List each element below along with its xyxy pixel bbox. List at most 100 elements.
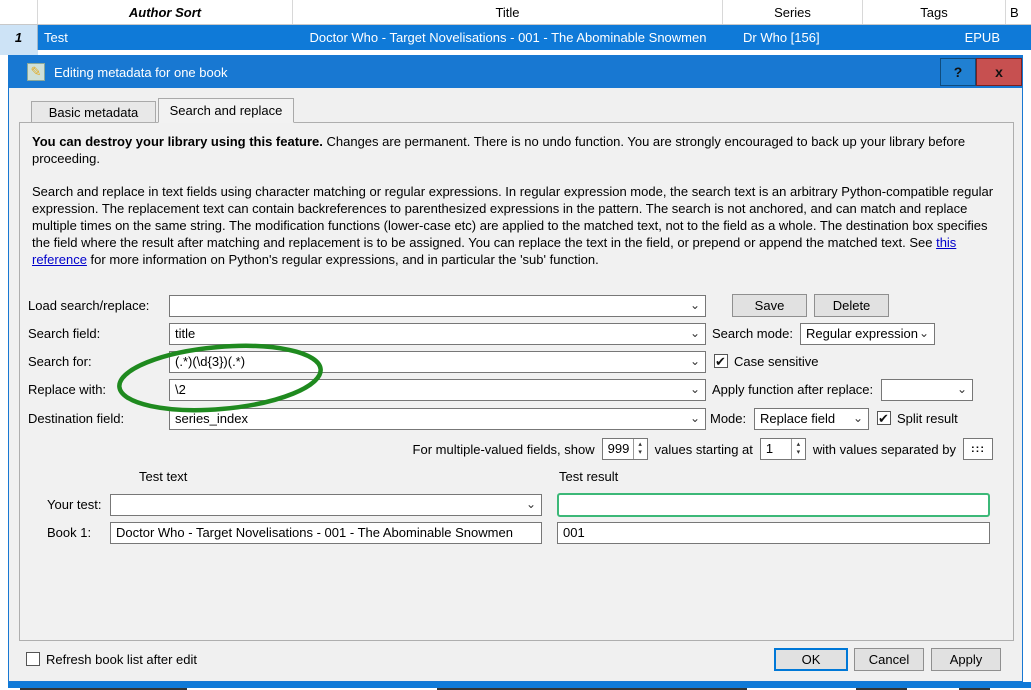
column-header-author-sort[interactable]: Author Sort (38, 0, 293, 24)
chevron-down-icon[interactable]: ⌄ (690, 296, 700, 314)
table-row[interactable]: 1 Test Doctor Who - Target Novelisations… (0, 25, 1031, 50)
destination-field-combo[interactable]: series_index ⌄ (169, 408, 706, 430)
dialog-titlebar[interactable]: ✎ Editing metadata for one book ? x (9, 56, 1022, 88)
values-separator-field[interactable]: ::: (963, 438, 993, 460)
replace-with-value: \2 (175, 382, 186, 397)
case-sensitive-checkbox[interactable]: ✔ Case sensitive (714, 351, 819, 373)
your-test-combo[interactable]: ⌄ (110, 494, 542, 516)
checkbox-box[interactable] (26, 652, 40, 666)
intro-text: You can destroy your library using this … (20, 123, 1013, 268)
book1-test-result[interactable]: 001 (557, 522, 990, 544)
chevron-down-icon[interactable]: ⌄ (690, 380, 700, 398)
column-header-tags[interactable]: Tags (863, 0, 1006, 24)
checkbox-box[interactable]: ✔ (877, 411, 891, 426)
save-button[interactable]: Save (732, 294, 807, 317)
column-header-series[interactable]: Series (723, 0, 863, 24)
book1-label: Book 1: (47, 525, 92, 540)
spin-down-icon[interactable]: ▾ (638, 449, 642, 457)
cell-format[interactable]: EPUB (863, 25, 1006, 50)
destination-field-label: Destination field: (28, 411, 125, 426)
column-header-partial[interactable]: B (1006, 0, 1031, 24)
cell-title[interactable]: Doctor Who - Target Novelisations - 001 … (293, 25, 723, 50)
spin-up-icon[interactable]: ▴ (638, 441, 642, 449)
dialog-title: Editing metadata for one book (54, 64, 228, 80)
cell-author-sort[interactable]: Test (38, 25, 293, 50)
your-test-result-field[interactable] (557, 493, 990, 517)
chevron-down-icon[interactable]: ⌄ (526, 495, 536, 513)
check-icon: ✔ (878, 411, 889, 426)
replace-with-combo[interactable]: \2 ⌄ (169, 379, 706, 401)
apply-button[interactable]: Apply (931, 648, 1001, 671)
search-field-label: Search field: (28, 326, 101, 341)
start-at-spinner[interactable]: 1 ▴ ▾ (759, 438, 806, 460)
search-mode-combo[interactable]: Regular expression ⌄ (800, 323, 935, 345)
split-result-checkbox[interactable]: ✔ Split result (877, 408, 958, 430)
multi-text-3: with values separated by (812, 441, 956, 457)
tab-search-and-replace[interactable]: Search and replace (158, 98, 294, 123)
book1-test-text[interactable]: Doctor Who - Target Novelisations - 001 … (110, 522, 542, 544)
column-header-title[interactable]: Title (293, 0, 723, 24)
show-values-value: 999 (607, 441, 630, 456)
chevron-down-icon[interactable]: ⌄ (690, 352, 700, 370)
mode-combo[interactable]: Replace field ⌄ (754, 408, 869, 430)
chevron-down-icon[interactable]: ⌄ (690, 409, 700, 427)
load-search-replace-combo[interactable]: ⌄ (169, 295, 706, 317)
cancel-button[interactable]: Cancel (854, 648, 924, 671)
your-test-label: Your test: (47, 497, 102, 512)
tab-basic-metadata[interactable]: Basic metadata (31, 101, 156, 123)
apply-function-combo[interactable]: ⌄ (881, 379, 973, 401)
refresh-book-list-label: Refresh book list after edit (46, 652, 198, 667)
help-button[interactable]: ? (940, 58, 976, 86)
spin-up-icon[interactable]: ▴ (797, 441, 801, 449)
multiple-valued-row: For multiple-valued fields, show 999 ▴ ▾ v… (413, 437, 993, 461)
description-part2: for more information on Python's regular… (86, 252, 599, 267)
split-result-label: Split result (897, 411, 958, 426)
test-text-header: Test text (139, 469, 188, 484)
search-field-combo[interactable]: title ⌄ (169, 323, 706, 345)
column-header-rownum[interactable] (0, 0, 38, 24)
close-button[interactable]: x (976, 58, 1022, 86)
load-search-replace-label: Load search/replace: (28, 298, 150, 313)
spinner-arrows[interactable]: ▴ ▾ (632, 439, 647, 459)
show-values-spinner[interactable]: 999 ▴ ▾ (601, 438, 648, 460)
description-paragraph: Search and replace in text fields using … (32, 183, 999, 268)
chevron-down-icon[interactable]: ⌄ (957, 380, 967, 398)
cell-empty (1006, 25, 1031, 50)
ok-button[interactable]: OK (774, 648, 848, 671)
check-icon: ✔ (715, 354, 726, 369)
search-for-combo[interactable]: (.*)(\d{3})(.*) ⌄ (169, 351, 706, 373)
search-mode-value: Regular expression (806, 326, 919, 341)
search-for-value: (.*)(\d{3})(.*) (175, 354, 246, 369)
start-at-value: 1 (765, 441, 774, 456)
apply-function-label: Apply function after replace: (712, 382, 874, 397)
checkbox-box[interactable]: ✔ (714, 354, 728, 369)
multi-text-2: values starting at (654, 441, 753, 457)
multi-text-1: For multiple-valued fields, show (412, 441, 595, 457)
row-number: 1 (0, 25, 38, 50)
case-sensitive-label: Case sensitive (734, 354, 819, 369)
description-part1: Search and replace in text fields using … (32, 184, 994, 250)
test-result-header: Test result (559, 469, 619, 484)
book-table-header: Author Sort Title Series Tags B (0, 0, 1031, 25)
spinner-arrows[interactable]: ▴ ▾ (790, 439, 805, 459)
pencil-icon: ✎ (27, 63, 45, 81)
delete-button[interactable]: Delete (814, 294, 889, 317)
refresh-book-list-checkbox[interactable]: Refresh book list after edit (26, 649, 197, 671)
spin-down-icon[interactable]: ▾ (797, 449, 801, 457)
cell-series[interactable]: Dr Who [156] (723, 25, 863, 50)
warning-bold-text: You can destroy your library using this … (32, 134, 323, 149)
edit-metadata-dialog: ✎ Editing metadata for one book ? x Basi… (8, 55, 1023, 682)
warning-paragraph: You can destroy your library using this … (32, 133, 999, 167)
mode-value: Replace field (760, 411, 836, 426)
screen: Author Sort Title Series Tags B 1 Test D… (0, 0, 1031, 690)
search-mode-label: Search mode: (712, 326, 793, 341)
chevron-down-icon[interactable]: ⌄ (919, 324, 929, 342)
mode-label: Mode: (710, 411, 747, 426)
search-field-value: title (175, 326, 196, 341)
search-replace-panel: You can destroy your library using this … (19, 122, 1014, 641)
destination-field-value: series_index (175, 411, 248, 426)
search-for-label: Search for: (28, 354, 92, 369)
replace-with-label: Replace with: (28, 382, 107, 397)
chevron-down-icon[interactable]: ⌄ (853, 409, 863, 427)
chevron-down-icon[interactable]: ⌄ (690, 324, 700, 342)
